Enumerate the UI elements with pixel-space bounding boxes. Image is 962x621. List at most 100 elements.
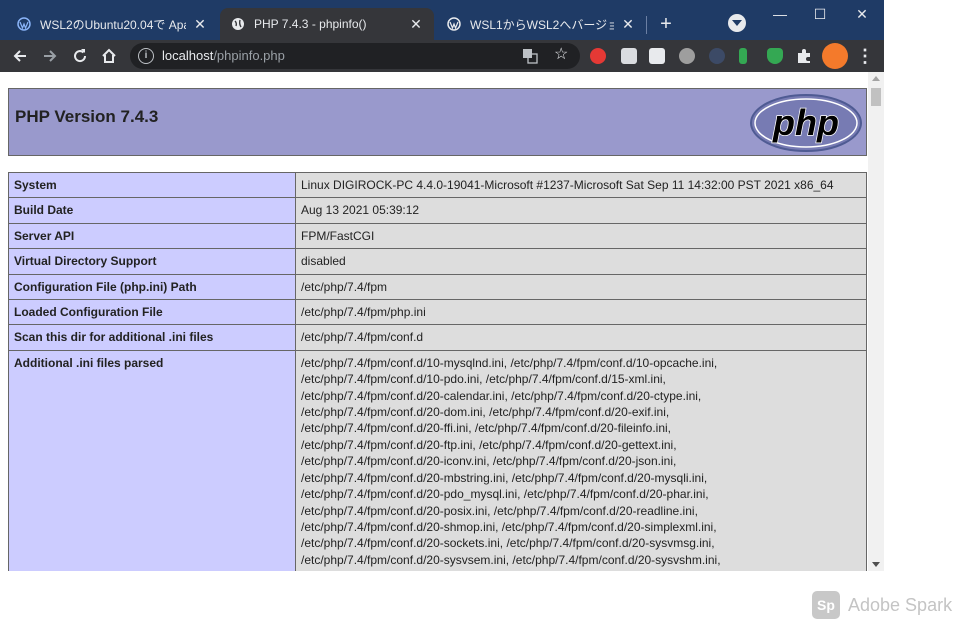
config-value: disabled [295, 248, 867, 275]
table-row: Additional .ini files parsed/etc/php/7.4… [8, 349, 867, 571]
scroll-down-arrow-icon[interactable] [872, 562, 880, 567]
table-row: Scan this dir for additional .ini files /… [8, 324, 867, 351]
config-key: Virtual Directory Support [8, 248, 296, 275]
close-icon[interactable]: ✕ [620, 16, 636, 32]
table-row: System Linux DIGIROCK-PC 4.4.0-19041-Micr… [8, 171, 867, 199]
tab-wsl2-apache[interactable]: WSL2のUbuntu20.04で Apache ✕ [6, 8, 218, 40]
browser-window: WSL2のUbuntu20.04で Apache ✕ PHP 7.4.3 - p… [0, 0, 884, 571]
value-line: /etc/php/7.4/fpm/php.ini [301, 305, 426, 320]
scroll-thumb[interactable] [871, 88, 881, 106]
globe-icon [230, 16, 246, 32]
value-line: /etc/php/7.4/fpm/conf.d/20-dom.ini, /etc… [301, 405, 670, 420]
value-line: /etc/php/7.4/fpm [301, 279, 388, 294]
table-row: Virtual Directory Support disabled [8, 248, 867, 275]
minimize-button[interactable]: — [760, 4, 800, 26]
maximize-button[interactable]: ☐ [800, 4, 840, 26]
value-line: /etc/php/7.4/fpm/conf.d/20-ffi.ini, /etc… [301, 421, 671, 436]
page-viewport: PHP Version 7.4.3 php System Linux DIGIRO… [0, 72, 884, 571]
config-value: Aug 13 2021 05:39:12 [295, 197, 867, 224]
spark-logo-icon: Sp [812, 591, 840, 619]
config-key: Scan this dir for additional .ini files [8, 324, 296, 351]
value-line: /etc/php/7.4/fpm/conf.d/20-ftp.ini, /etc… [301, 437, 677, 452]
info-icon[interactable]: i [138, 48, 154, 64]
table-row: Configuration File (php.ini) Path/etc/ph… [8, 273, 867, 301]
tab-title: WSL1からWSL2へバージョンアップ [470, 17, 614, 32]
config-value: Linux DIGIROCK-PC 4.4.0-19041-Microsoft … [295, 171, 867, 199]
page-title: PHP Version 7.4.3 [15, 107, 159, 126]
tab-strip: WSL2のUbuntu20.04で Apache ✕ PHP 7.4.3 - p… [0, 0, 884, 40]
vertical-scrollbar[interactable] [868, 72, 884, 571]
tab-phpinfo[interactable]: PHP 7.4.3 - phpinfo() ✕ [220, 8, 434, 40]
arrow-right-icon [44, 50, 57, 62]
screenshot-extension-icon[interactable] [621, 48, 637, 64]
value-line: /etc/php/7.4/fpm/conf.d/20-mbstring.ini,… [301, 470, 708, 485]
bookmark-star-icon[interactable]: ☆ [554, 46, 572, 64]
scroll-up-arrow-icon[interactable] [872, 76, 880, 81]
close-icon[interactable]: ✕ [408, 16, 424, 32]
url-host: localhost [162, 48, 214, 63]
translate-icon[interactable] [522, 48, 538, 64]
back-button[interactable] [8, 44, 32, 68]
config-value: /etc/php/7.4/fpm/conf.d [295, 324, 867, 351]
url-path: /phpinfo.php [213, 48, 285, 63]
config-key: Loaded Configuration File [8, 299, 296, 326]
config-value: FPM/FastCGI [295, 222, 867, 250]
reload-icon [74, 49, 87, 63]
config-key: Build Date [8, 197, 296, 224]
shield-extension-icon[interactable] [767, 48, 783, 64]
value-line: /etc/php/7.4/fpm/conf.d/20-calendar.ini,… [301, 388, 702, 403]
config-table: System Linux DIGIROCK-PC 4.4.0-19041-Micr… [8, 171, 867, 571]
spy-extension-icon[interactable] [679, 48, 695, 64]
tab-title: PHP 7.4.3 - phpinfo() [254, 17, 367, 31]
more-menu-button[interactable]: ⋮ [856, 46, 874, 66]
value-line: /etc/php/7.4/fpm/conf.d/10-pdo.ini, /etc… [301, 372, 666, 387]
table-row: Loaded Configuration File/etc/php/7.4/fp… [8, 299, 867, 326]
php-logo-text: php [772, 102, 839, 143]
value-line: /etc/php/7.4/fpm/conf.d/20-tokenizer.ini… [301, 568, 861, 571]
close-window-button[interactable]: ✕ [842, 4, 882, 26]
new-tab-button[interactable]: + [654, 12, 678, 36]
config-key: System [8, 171, 296, 199]
eye-extension-icon[interactable] [709, 48, 725, 64]
watermark-text: Adobe Spark [848, 594, 953, 615]
adobe-spark-watermark: Sp Adobe Spark [812, 591, 952, 619]
reload-button[interactable] [68, 44, 92, 68]
close-icon[interactable]: ✕ [192, 16, 208, 32]
key-extension-icon[interactable] [739, 48, 747, 64]
php-logo[interactable]: php [749, 93, 863, 153]
value-line: /etc/php/7.4/fpm/conf.d/20-pdo_mysql.ini… [301, 487, 709, 502]
forward-button[interactable] [38, 44, 62, 68]
table-row: Build Date Aug 13 2021 05:39:12 [8, 197, 867, 224]
config-key: Configuration File (php.ini) Path [8, 273, 296, 301]
address-bar[interactable]: i localhost/phpinfo.php ☆ [130, 43, 580, 69]
phpinfo-content: PHP Version 7.4.3 php System Linux DIGIRO… [8, 88, 867, 571]
home-button[interactable] [97, 44, 121, 68]
url-text[interactable]: localhost/phpinfo.php [162, 48, 285, 63]
value-line: /etc/php/7.4/fpm/conf.d/10-mysqlnd.ini, … [301, 355, 718, 370]
toolbar: i localhost/phpinfo.php ☆ ⋮ [0, 40, 884, 72]
config-value: /etc/php/7.4/fpm/conf.d/10-mysqlnd.ini, … [295, 349, 867, 571]
tab-wsl1-to-wsl2[interactable]: WSL1からWSL2へバージョンアップ ✕ [436, 8, 646, 40]
home-icon [102, 48, 116, 63]
tab-search-button[interactable] [728, 14, 746, 32]
value-line: Aug 13 2021 05:39:12 [301, 203, 420, 218]
value-line: /etc/php/7.4/fpm/conf.d/20-shmop.ini, /e… [301, 519, 717, 534]
value-line: Linux DIGIROCK-PC 4.4.0-19041-Microsoft … [301, 178, 834, 192]
value-line: /etc/php/7.4/fpm/conf.d/20-posix.ini, /e… [301, 503, 698, 518]
value-line: /etc/php/7.4/fpm/conf.d/20-sockets.ini, … [301, 536, 715, 551]
profile-avatar[interactable] [822, 43, 848, 69]
config-key: Server API [8, 222, 296, 250]
arrow-left-icon [13, 50, 26, 62]
config-value: /etc/php/7.4/fpm/php.ini [295, 299, 867, 326]
puzzle-icon[interactable] [796, 48, 812, 64]
tab-separator [646, 16, 647, 34]
wordpress-icon [446, 16, 462, 32]
bookmark-extension-icon[interactable] [649, 48, 665, 64]
php-version-header: PHP Version 7.4.3 php [8, 88, 867, 156]
value-line: /etc/php/7.4/fpm/conf.d [301, 330, 424, 345]
value-line: /etc/php/7.4/fpm/conf.d/20-iconv.ini, /e… [301, 454, 677, 469]
value-line: /etc/php/7.4/fpm/conf.d/20-sysvsem.ini, … [301, 552, 721, 567]
config-key: Additional .ini files parsed [8, 349, 296, 571]
value-line: FPM/FastCGI [301, 228, 375, 243]
adblock-plus-icon[interactable] [590, 48, 606, 64]
